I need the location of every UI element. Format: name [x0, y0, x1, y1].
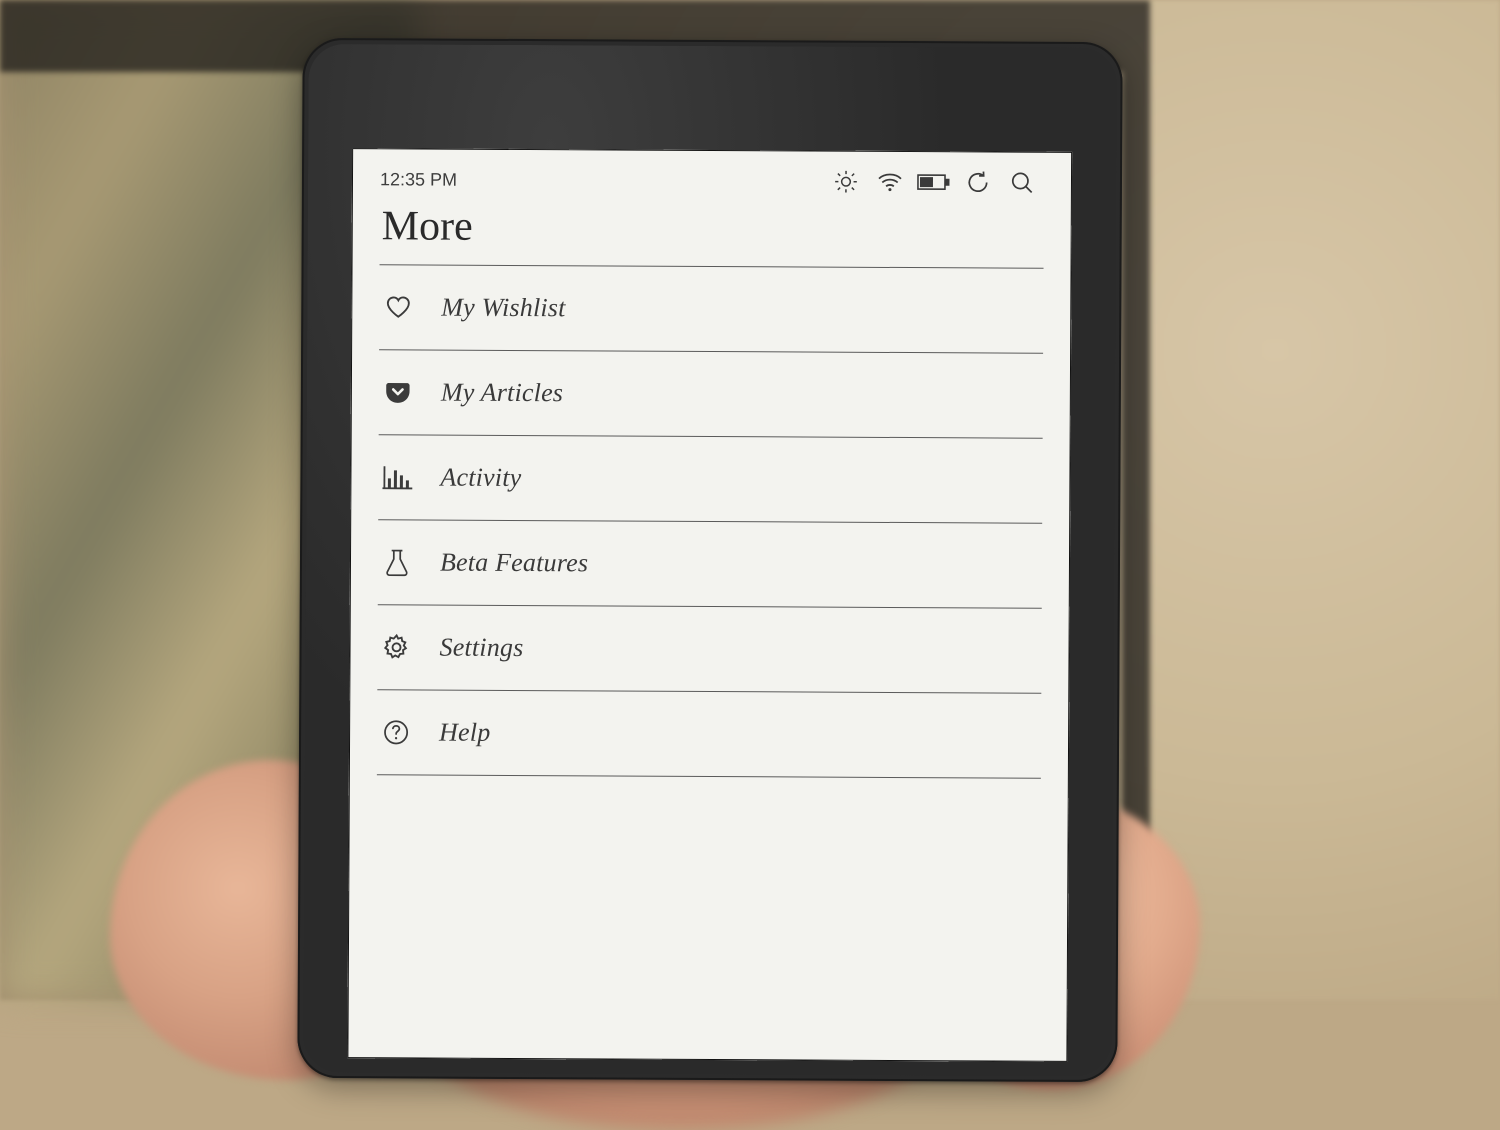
menu-item-wishlist[interactable]: My Wishlist: [379, 265, 1043, 353]
menu-item-label: Help: [439, 718, 491, 748]
help-icon: [379, 718, 413, 746]
activity-icon: [380, 464, 414, 490]
menu-item-help[interactable]: Help: [377, 690, 1041, 778]
menu-item-label: My Articles: [441, 378, 563, 409]
menu-item-activity[interactable]: Activity: [378, 435, 1042, 523]
menu-item-label: Activity: [440, 463, 521, 493]
menu-item-beta-features[interactable]: Beta Features: [378, 520, 1042, 608]
battery-icon[interactable]: [912, 172, 956, 192]
more-menu: My Wishlist My Articles: [377, 264, 1044, 778]
clock: 12:35 PM: [380, 169, 457, 190]
flask-icon: [380, 547, 414, 577]
status-bar: 12:35 PM: [380, 162, 1044, 199]
menu-item-settings[interactable]: Settings: [377, 605, 1041, 693]
sync-icon[interactable]: [956, 169, 1000, 195]
ereader-screen: 12:35 PM: [347, 148, 1072, 1062]
pocket-icon: [381, 378, 415, 406]
ereader-device: 12:35 PM: [297, 38, 1122, 1082]
menu-item-articles[interactable]: My Articles: [379, 350, 1043, 438]
brightness-icon[interactable]: [824, 169, 868, 195]
search-icon[interactable]: [1000, 170, 1044, 196]
menu-item-label: My Wishlist: [441, 293, 565, 324]
menu-item-label: Settings: [439, 633, 523, 663]
page-title: More: [382, 202, 1044, 253]
menu-item-label: Beta Features: [440, 548, 588, 579]
wifi-icon[interactable]: [868, 171, 912, 193]
heart-icon: [381, 293, 415, 321]
gear-icon: [379, 632, 413, 662]
